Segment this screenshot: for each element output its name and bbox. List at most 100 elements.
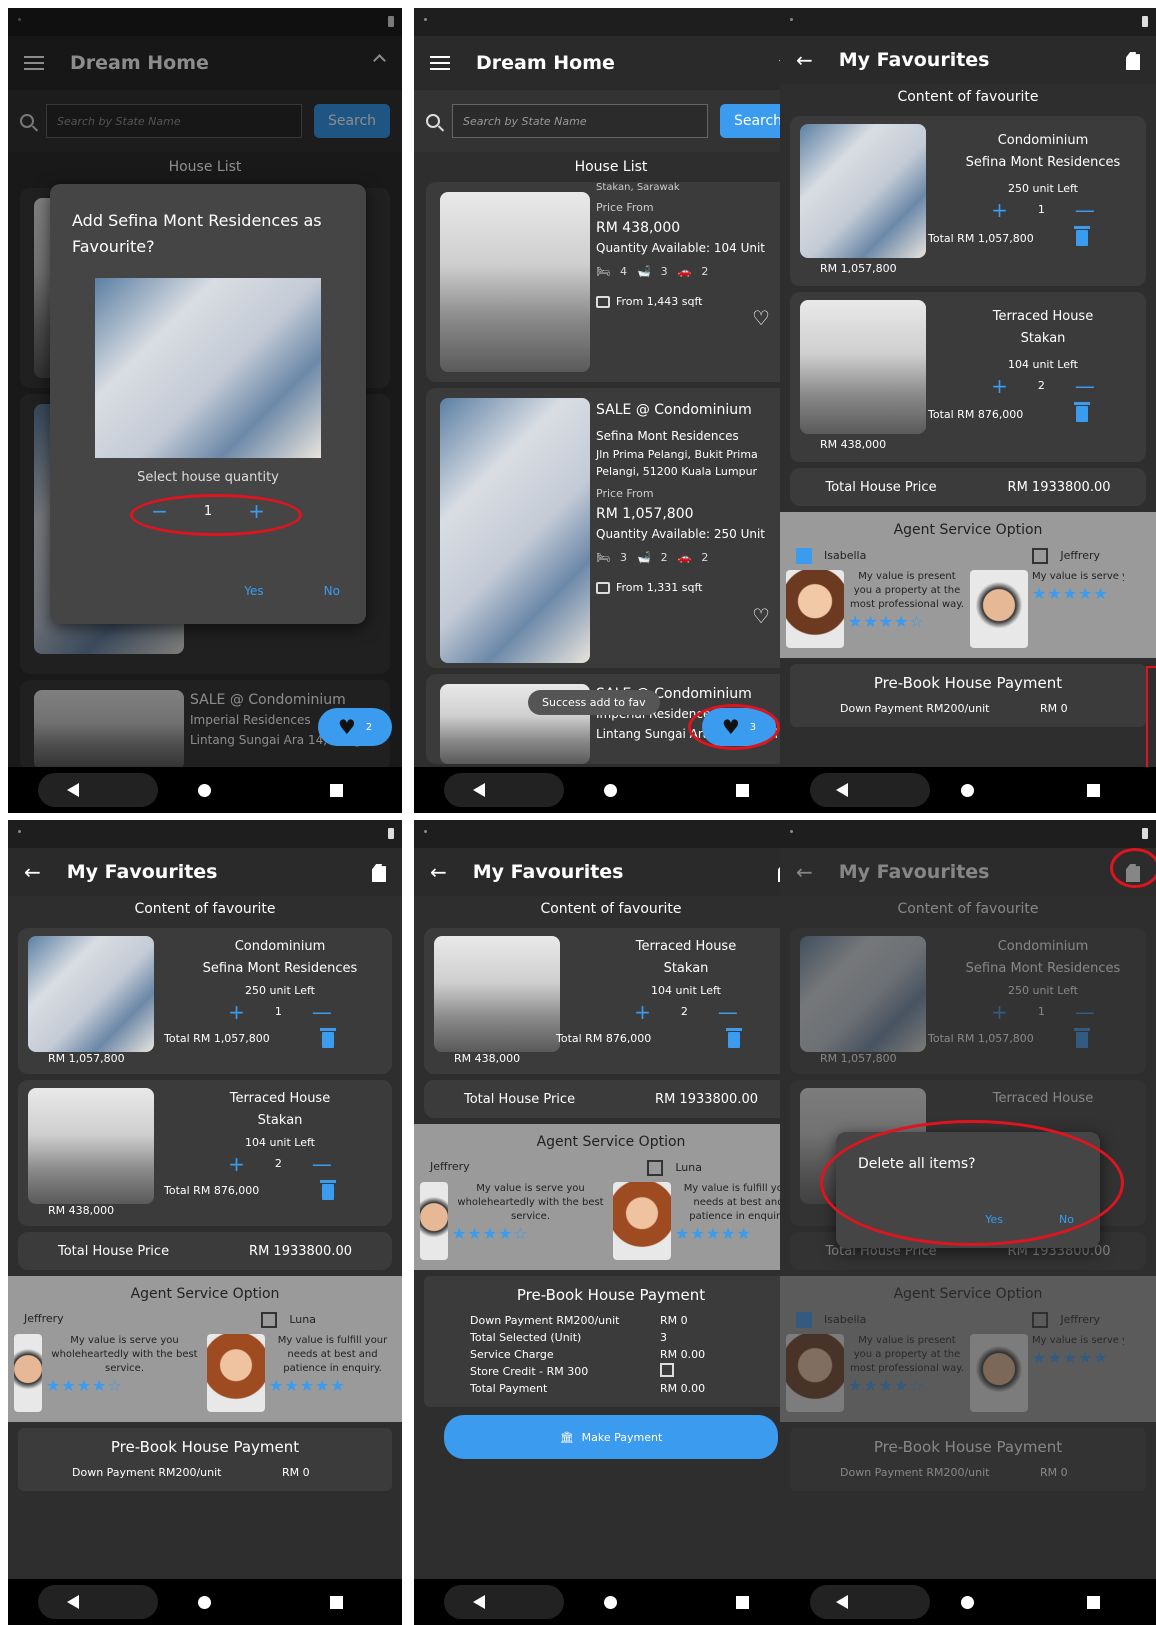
- back-arrow-icon[interactable]: ←: [796, 860, 813, 884]
- agent-checkbox-luna[interactable]: [647, 1160, 664, 1176]
- system-nav-bar: [780, 767, 1156, 813]
- home-nav-icon[interactable]: [603, 1595, 617, 1609]
- search-input[interactable]: Search by State Name: [452, 104, 708, 138]
- listing-size: From 1,331 sqft: [616, 581, 703, 594]
- increment-button[interactable]: +: [228, 1154, 245, 1174]
- listing-card[interactable]: Stakan, Sarawak Price From RM 438,000 Qu…: [426, 182, 796, 382]
- home-nav-icon[interactable]: [603, 783, 617, 797]
- rating-stars: ★★★★★: [1032, 584, 1109, 603]
- back-nav-icon[interactable]: [473, 1595, 486, 1609]
- agent-service-section: Agent Service Option Isabella Jeffrery My…: [780, 1276, 1156, 1422]
- rating-stars: ★★★★☆: [848, 1376, 925, 1395]
- recents-nav-icon[interactable]: [735, 783, 749, 797]
- decrement-button[interactable]: —: [1075, 376, 1095, 396]
- home-nav-icon[interactable]: [197, 783, 211, 797]
- back-arrow-icon[interactable]: ←: [430, 860, 447, 884]
- prebook-label: Store Credit - RM 300: [470, 1365, 589, 1378]
- trash-icon[interactable]: [320, 1028, 336, 1048]
- increment-button[interactable]: +: [991, 200, 1008, 220]
- total-value: RM 1933800.00: [249, 1243, 352, 1259]
- agent-section-title: Agent Service Option: [536, 1134, 686, 1150]
- prebook-payment-section: Pre-Book House Payment Down Payment RM20…: [790, 664, 1146, 727]
- back-nav-icon[interactable]: [473, 783, 486, 797]
- back-nav-icon[interactable]: [836, 1595, 849, 1609]
- rating-stars: ★★★★★: [269, 1376, 346, 1395]
- delete-all-icon[interactable]: [1126, 52, 1140, 70]
- trash-icon[interactable]: [1074, 226, 1090, 246]
- increment-button[interactable]: +: [228, 1002, 245, 1022]
- recents-nav-icon[interactable]: [329, 1595, 343, 1609]
- listing-price: RM 1,057,800: [596, 506, 694, 522]
- prebook-label: Down Payment RM200/unit: [470, 1314, 620, 1327]
- area-icon: [596, 582, 610, 594]
- agent-checkbox-jeffrery[interactable]: [1032, 1312, 1049, 1328]
- back-nav-icon[interactable]: [836, 783, 849, 797]
- favourite-heart-icon[interactable]: [752, 306, 770, 330]
- item-total: Total RM 1,057,800: [164, 1032, 270, 1045]
- agent-name: Jeffrery: [1060, 549, 1100, 562]
- favourite-heart-icon[interactable]: [752, 604, 770, 628]
- agent-checkbox-isabella[interactable]: [796, 1312, 812, 1328]
- item-total: Total RM 1,057,800: [928, 1032, 1034, 1045]
- decrement-button[interactable]: —: [312, 1154, 332, 1174]
- price-label: Price From: [596, 487, 654, 500]
- rating-stars: ★★★★★: [1032, 1348, 1109, 1367]
- prebook-title: Pre-Book House Payment: [110, 1438, 300, 1456]
- agent-checkbox-isabella[interactable]: [796, 548, 812, 564]
- dialog-house-photo: [95, 278, 321, 458]
- agent-service-section: Agent Service Option Isabella Jeffrery My…: [780, 512, 1156, 658]
- agent-name: Jeffrery: [24, 1312, 64, 1325]
- recents-nav-icon[interactable]: [1086, 783, 1100, 797]
- back-nav-icon[interactable]: [67, 783, 80, 797]
- trash-icon[interactable]: [1074, 1028, 1090, 1048]
- item-total: Total RM 876,000: [928, 408, 1024, 421]
- trash-icon[interactable]: [726, 1028, 742, 1048]
- home-nav-icon[interactable]: [960, 783, 974, 797]
- car-icon: 🚗: [677, 551, 692, 564]
- decrement-button[interactable]: —: [718, 1002, 738, 1022]
- recents-nav-icon[interactable]: [329, 783, 343, 797]
- home-nav-icon[interactable]: [197, 1595, 211, 1609]
- favourite-fab[interactable]: ♥ 2: [318, 708, 392, 746]
- favourite-photo: [800, 300, 926, 434]
- decrement-button[interactable]: —: [312, 1002, 332, 1022]
- favourite-item: Terraced House Stakan 104 unit Left +2 — To…: [424, 928, 798, 1074]
- increment-button[interactable]: +: [991, 376, 1008, 396]
- prebook-title: Pre-Book House Payment: [873, 674, 1063, 692]
- agent-name: Luna: [675, 1161, 702, 1174]
- favourite-item: Terraced House Stakan 104 unit Left +2 — To…: [18, 1080, 392, 1226]
- favourites-section-title: Content of favourite: [134, 901, 276, 917]
- home-nav-icon[interactable]: [960, 1595, 974, 1609]
- delete-all-icon[interactable]: [372, 864, 386, 882]
- trash-icon[interactable]: [1074, 402, 1090, 422]
- favourite-name: Stakan: [663, 961, 709, 976]
- yes-button[interactable]: Yes: [244, 584, 263, 598]
- quantity-value: 1: [274, 1005, 282, 1018]
- trash-icon[interactable]: [320, 1180, 336, 1200]
- units-left: 104 unit Left: [245, 1136, 315, 1149]
- add-favourite-dialog: Add Sefina Mont Residences as Favourite?…: [50, 184, 366, 624]
- recents-nav-icon[interactable]: [1086, 1595, 1100, 1609]
- decrement-button[interactable]: —: [1075, 200, 1095, 220]
- make-payment-button[interactable]: 🏛 Make Payment: [444, 1415, 778, 1459]
- store-credit-checkbox[interactable]: [660, 1363, 674, 1377]
- quantity-value: 2: [1037, 379, 1045, 392]
- screen-add-favourite-dialog: Dream Home Search by State Name Search H…: [8, 8, 402, 813]
- increment-button[interactable]: +: [634, 1002, 651, 1022]
- agent-description: My value is fulfill your needs at best a…: [277, 1335, 388, 1374]
- recents-nav-icon[interactable]: [735, 1595, 749, 1609]
- agent-checkbox-luna[interactable]: [261, 1312, 278, 1328]
- back-arrow-icon[interactable]: ←: [24, 860, 41, 884]
- listing-card[interactable]: SALE @ Condominium Sefina Mont Residence…: [426, 388, 796, 668]
- agent-avatar: [613, 1182, 671, 1260]
- menu-icon[interactable]: [430, 56, 450, 70]
- agent-checkbox-jeffrery[interactable]: [1032, 548, 1049, 564]
- status-bar: [780, 8, 1156, 36]
- decrement-button[interactable]: —: [1075, 1002, 1095, 1022]
- no-button[interactable]: No: [324, 584, 340, 598]
- back-arrow-icon[interactable]: ←: [796, 48, 813, 72]
- increment-button[interactable]: +: [991, 1002, 1008, 1022]
- prebook-label: Down Payment RM200/unit: [72, 1466, 222, 1479]
- back-nav-icon[interactable]: [67, 1595, 80, 1609]
- system-nav-bar: [8, 767, 402, 813]
